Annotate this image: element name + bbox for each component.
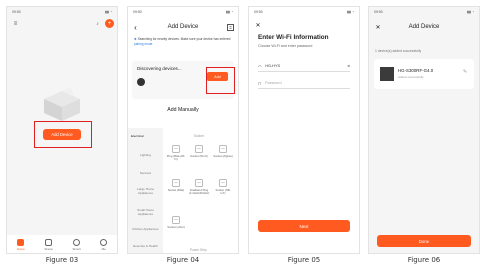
close-icon[interactable]: ✕ (255, 22, 261, 29)
device-tile[interactable]: ∘∘ Socket (Zigbee) (213, 145, 233, 158)
phone-screen-home: 09:50 ▮▮ ◔ ≡ ♪ + Add Device Home Scene Sm… (6, 6, 118, 254)
added-count-text: 1 device(s) added successfully (375, 49, 422, 53)
page-title: Enter Wi-Fi Information (258, 34, 329, 41)
category-exercise-health[interactable]: Exercise & Health (128, 244, 163, 248)
status-icons: ▮▮ ◔ (105, 10, 112, 14)
category-electrical[interactable]: Electrical (128, 134, 163, 138)
page-subtitle: Choose Wi-Fi and enter password (258, 44, 313, 48)
category-small-home-appliances[interactable]: Small Home Appliances (128, 208, 163, 216)
done-button[interactable]: Done (377, 235, 471, 247)
tab-smart[interactable]: Smart (73, 239, 81, 251)
socket-icon: ∘∘ (195, 179, 203, 187)
smart-icon (73, 239, 81, 246)
socket-heading: Socket (194, 134, 204, 138)
add-manually-heading: Add Manually (167, 107, 199, 113)
device-tile[interactable]: ∘∘ Plug (BLE+Wi-Fi) (166, 145, 186, 162)
category-sidebar: Electrical Lighting Sensors Large Home A… (128, 128, 163, 253)
search-note: ✱ Searching for nearby devices. Make sur… (134, 37, 231, 46)
discovering-label: Discovering devices... (137, 66, 182, 71)
device-status: Added successfully (398, 75, 424, 79)
device-tile[interactable]: ∘∘ Socket (other) (166, 216, 186, 229)
category-kitchen-appliances[interactable]: Kitchen Appliances (128, 227, 163, 231)
status-bar: 09:50 ▮▮ ◔ (254, 10, 354, 14)
me-icon (100, 239, 108, 246)
scan-icon[interactable]: ⌗ (227, 24, 234, 31)
wifi-select-field[interactable]: ◠ HG-HYS ⇄ (258, 61, 350, 72)
bottom-tab-bar: Home Scene Smart Me (7, 235, 117, 253)
phone-screen-add-device: 09:50 ▮▮ ◔ ‹ Add Device ⌗ ✱ Searching for… (127, 6, 239, 254)
password-field[interactable]: ⊓ Password (258, 78, 350, 89)
device-tile[interactable]: ∘∘ Socket (NB-IoT) (213, 179, 233, 196)
socket-icon: ∘∘ (219, 145, 227, 153)
category-large-home-appliances[interactable]: Large Home Appliances (128, 187, 163, 195)
tab-scene[interactable]: Scene (44, 239, 53, 251)
tab-home[interactable]: Home (17, 239, 25, 251)
figure-caption: Figure 05 (287, 256, 321, 264)
add-circle-icon[interactable]: + (105, 19, 114, 28)
socket-icon: ∘∘ (195, 145, 203, 153)
lock-icon: ⊓ (258, 81, 261, 86)
status-bar: 09:50 ▮▮ ◔ (374, 10, 474, 14)
socket-icon: ∘∘ (172, 179, 180, 187)
category-lighting[interactable]: Lighting (128, 153, 163, 157)
mic-icon[interactable]: ♪ (94, 20, 101, 27)
status-bar: 09:50 ▮▮ ◔ (133, 10, 233, 14)
device-tile[interactable]: ∘∘ Dualband Plug (2.4GHz&5GHz) (189, 179, 209, 196)
page-title: Add Device (408, 24, 440, 30)
wifi-name: HG-HYS (265, 64, 281, 68)
device-tile[interactable]: ∘∘ Socket (Wi-Fi) (189, 145, 209, 158)
device-name: HG-S300RF-G4.0 (398, 68, 434, 73)
socket-icon: ∘∘ (219, 179, 227, 187)
figure-caption: Figure 04 (166, 256, 200, 264)
added-device-card[interactable]: HG-S300RF-G4.0 Added successfully ✎ (374, 59, 474, 89)
category-sensors[interactable]: Sensors (128, 171, 163, 175)
page-title: Add Device (167, 24, 199, 30)
tab-me[interactable]: Me (100, 239, 108, 251)
figure-caption: Figure 06 (407, 256, 441, 264)
menu-icon[interactable]: ≡ (12, 20, 19, 27)
device-image (380, 67, 394, 81)
password-placeholder: Password (264, 81, 282, 85)
highlight-box (206, 67, 235, 94)
highlight-box (34, 121, 92, 148)
wifi-icon: ◠ (258, 64, 262, 69)
phone-screen-wifi: 09:50 ▮▮ ◔ ✕ Enter Wi-Fi Information Choo… (248, 6, 360, 254)
scene-icon (45, 239, 53, 246)
next-button[interactable]: Next (258, 220, 350, 232)
edit-icon[interactable]: ✎ (462, 69, 468, 75)
device-tile[interactable]: ∘∘ Socket (BLE) (166, 179, 186, 192)
phone-screen-added: 09:50 ▮▮ ◔ ✕ Add Device 1 device(s) added… (368, 6, 480, 254)
power-strip-heading: Power Strip (190, 248, 207, 252)
empty-box-illustration (44, 87, 80, 121)
pairing-mode-link[interactable]: pairing mode (134, 42, 152, 46)
socket-icon: ∘∘ (172, 145, 180, 153)
device-thumbnail (137, 78, 145, 86)
figure-caption: Figure 03 (45, 256, 79, 264)
switch-wifi-icon[interactable]: ⇄ (347, 64, 350, 68)
status-bar: 09:50 ▮▮ ◔ (7, 7, 117, 17)
home-icon (17, 239, 25, 246)
status-time: 09:50 (12, 10, 21, 14)
socket-icon: ∘∘ (172, 216, 180, 224)
